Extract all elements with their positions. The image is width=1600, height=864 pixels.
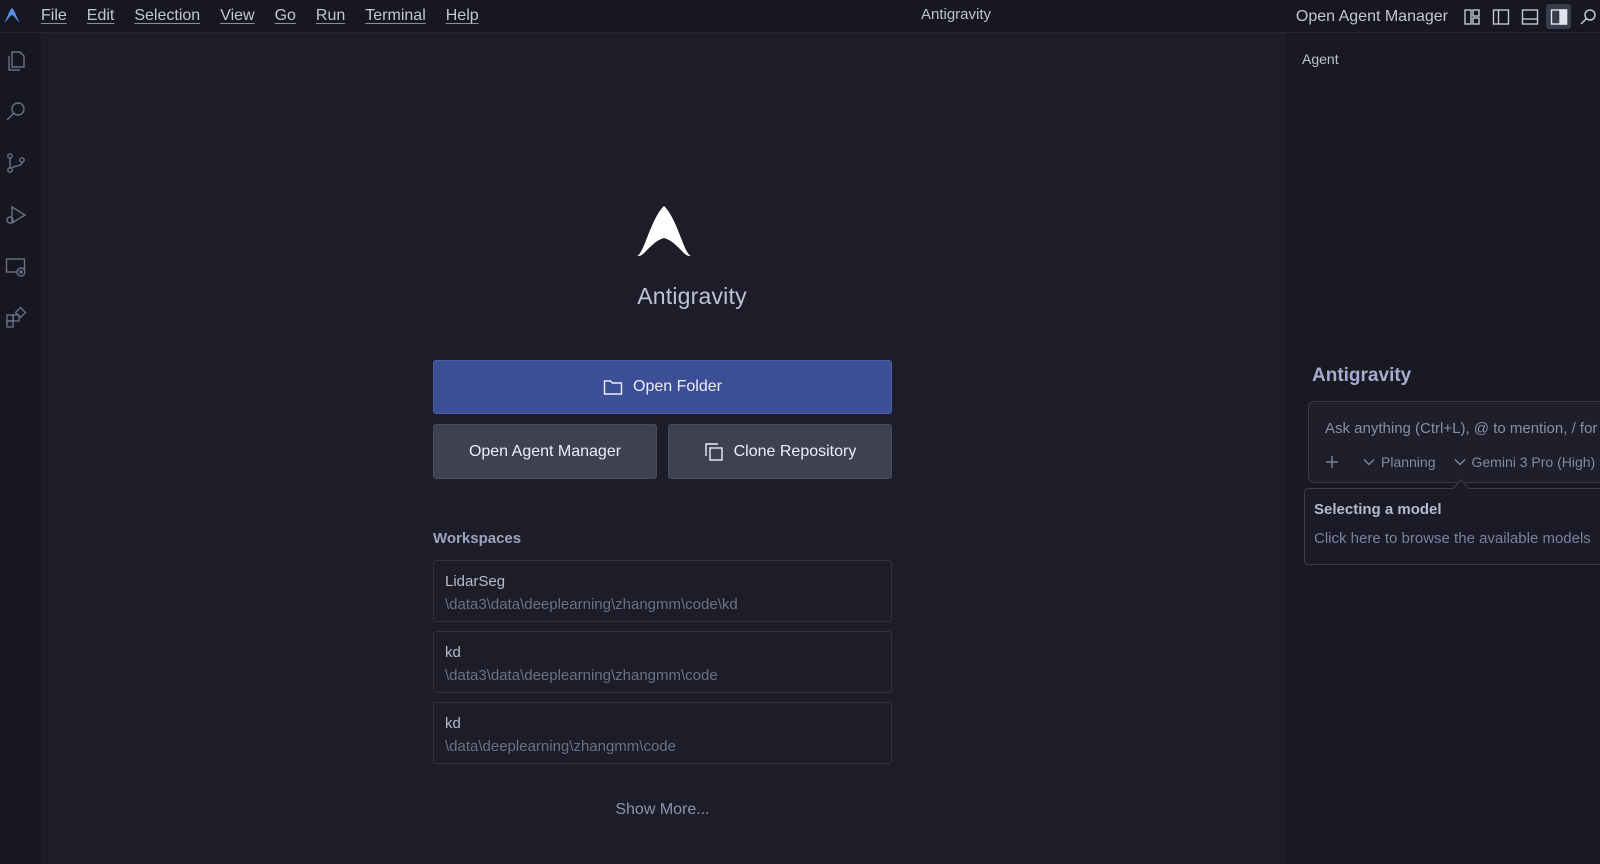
toggle-primary-sidebar-icon[interactable] <box>1488 4 1513 29</box>
model-tooltip[interactable]: Selecting a model Click here to browse t… <box>1304 479 1600 565</box>
toggle-secondary-sidebar-icon[interactable] <box>1546 4 1571 29</box>
customize-layout-icon[interactable] <box>1459 4 1484 29</box>
remote-explorer-icon[interactable] <box>4 255 28 279</box>
agent-panel-title: Antigravity <box>1312 365 1412 386</box>
workspace-path: \data3\data\deeplearning\zhangmm\code\kd <box>445 596 738 613</box>
workspace-path: \data3\data\deeplearning\zhangmm\code <box>445 667 718 684</box>
page-title: Antigravity <box>637 283 747 309</box>
open-agent-manager-button[interactable]: Open Agent Manager <box>433 424 657 479</box>
add-context-button[interactable] <box>1325 455 1345 469</box>
workspace-name: LidarSeg <box>445 573 506 590</box>
tooltip-title: Selecting a model <box>1314 501 1442 518</box>
chat-input[interactable] <box>1325 420 1600 437</box>
activity-bar <box>0 33 42 864</box>
search-icon[interactable] <box>1575 4 1600 29</box>
plus-icon <box>1326 456 1338 468</box>
workspace-item[interactable]: LidarSeg \data3\data\deeplearning\zhangm… <box>433 560 892 622</box>
workspaces-heading: Workspaces <box>433 530 522 547</box>
chevron-down-icon <box>1454 459 1465 466</box>
chevron-down-icon <box>1363 459 1375 466</box>
agent-tab[interactable]: Agent <box>1302 51 1339 67</box>
source-control-icon[interactable] <box>4 151 28 175</box>
show-more-link[interactable]: Show More... <box>433 801 892 819</box>
clone-repository-button[interactable]: Clone Repository <box>668 424 892 479</box>
workspace-name: kd <box>445 715 461 732</box>
welcome-page: Antigravity Open Folder Open Agent Manag… <box>42 33 1284 864</box>
toggle-panel-icon[interactable] <box>1517 4 1542 29</box>
open-folder-button[interactable]: Open Folder <box>433 360 892 414</box>
agent-panel: Agent Antigravity Planning Gemini 3 Pro … <box>1284 33 1600 864</box>
extensions-icon[interactable] <box>4 306 28 330</box>
workspace-name: kd <box>445 644 461 661</box>
model-label: Gemini 3 Pro (High) <box>1471 454 1596 470</box>
title-actions: Open Agent Manager <box>1296 0 1600 33</box>
open-folder-label: Open Folder <box>633 378 722 395</box>
model-select[interactable]: Gemini 3 Pro (High) <box>1454 454 1596 470</box>
antigravity-logo-icon <box>637 206 691 257</box>
workspace-item[interactable]: kd \data\deeplearning\zhangmm\code <box>433 702 892 764</box>
clone-icon <box>704 442 723 461</box>
search-icon[interactable] <box>4 100 28 124</box>
clone-repository-label: Clone Repository <box>733 442 857 460</box>
workspace-path: \data\deeplearning\zhangmm\code <box>445 738 676 755</box>
title-bar: File Edit Selection View Go Run Terminal… <box>0 0 1600 33</box>
mode-select[interactable]: Planning <box>1363 454 1436 470</box>
chat-box: Planning Gemini 3 Pro (High) <box>1308 401 1600 483</box>
run-debug-icon[interactable] <box>4 203 28 227</box>
open-agent-manager-label: Open Agent Manager <box>468 442 622 460</box>
workspace-item[interactable]: kd \data3\data\deeplearning\zhangmm\code <box>433 631 892 693</box>
mode-label: Planning <box>1381 454 1436 470</box>
chat-toolbar: Planning Gemini 3 Pro (High) <box>1325 454 1600 470</box>
open-agent-manager-link[interactable]: Open Agent Manager <box>1296 8 1448 26</box>
folder-icon <box>603 380 623 395</box>
tooltip-body: Click here to browse the available model… <box>1314 530 1591 547</box>
explorer-icon[interactable] <box>4 49 28 73</box>
